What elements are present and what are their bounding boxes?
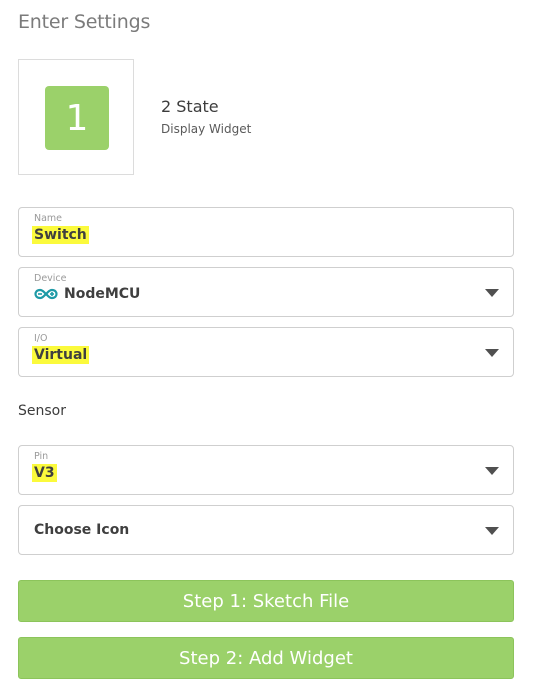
name-field-label: Name [34,213,63,224]
name-field[interactable]: Name Switch [18,207,514,257]
section-label-sensor: Sensor [18,403,66,419]
io-select-label: I/O [34,333,48,344]
name-field-value: Switch [32,226,89,244]
pin-select[interactable]: Pin V3 [18,445,514,495]
widget-type: Display Widget [161,122,252,136]
step2-add-widget-button[interactable]: Step 2: Add Widget [18,637,514,679]
io-select-value: Virtual [32,346,90,364]
chevron-down-icon[interactable] [485,467,499,475]
widget-preview-card: 1 [18,59,134,175]
device-select[interactable]: Device NodeMCU [18,267,514,317]
device-select-value: NodeMCU [64,286,141,302]
infinity-icon [34,288,58,300]
pin-select-value: V3 [32,464,57,482]
chevron-down-icon[interactable] [485,349,499,357]
chevron-down-icon[interactable] [485,289,499,297]
widget-name: 2 State [161,97,219,116]
io-select[interactable]: I/O Virtual [18,327,514,377]
icon-select-value: Choose Icon [34,522,130,538]
step1-sketch-file-button[interactable]: Step 1: Sketch File [18,580,514,622]
pin-select-label: Pin [34,451,49,462]
chevron-down-icon[interactable] [485,527,499,535]
widget-tile: 1 [45,86,109,150]
icon-select[interactable]: Choose Icon [18,505,514,555]
device-select-label: Device [34,273,67,284]
page-title: Enter Settings [18,11,151,33]
widget-info: 2 State Display Widget [161,97,251,136]
